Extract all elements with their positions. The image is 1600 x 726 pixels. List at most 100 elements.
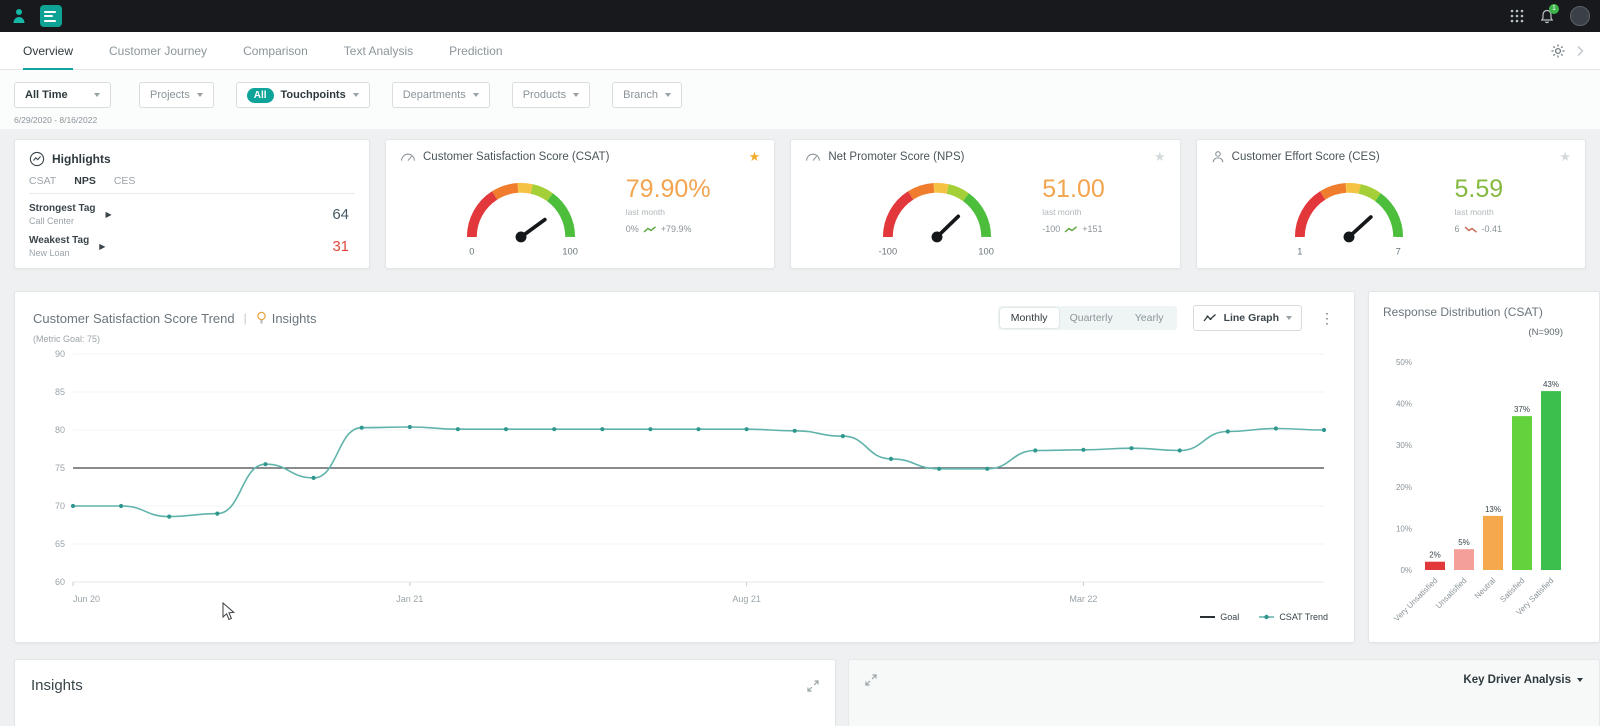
user-avatar[interactable] [1570, 6, 1590, 26]
csat-gauge: 0 100 [450, 167, 592, 261]
trend-up-icon [1064, 225, 1078, 234]
more-options-kebab-icon[interactable]: ⋮ [1318, 310, 1336, 327]
person-logo-icon[interactable] [10, 7, 28, 25]
tab-customer-journey[interactable]: Customer Journey [109, 32, 207, 70]
svg-text:90: 90 [55, 349, 65, 359]
highlights-tab-csat[interactable]: CSAT [29, 175, 56, 187]
filterbar: All Time Projects All Touchpoints Depart… [0, 70, 1600, 129]
svg-text:0: 0 [469, 246, 474, 256]
highlights-tab-ces[interactable]: CES [114, 175, 136, 187]
svg-text:5%: 5% [1458, 538, 1470, 547]
svg-text:Mar 22: Mar 22 [1069, 594, 1097, 604]
chevron-right-icon[interactable] [1576, 45, 1584, 57]
ces-person-icon [1211, 150, 1225, 164]
response-distribution-card: Response Distribution (CSAT) (N=909) 0%1… [1368, 291, 1600, 643]
settings-gear-icon[interactable] [1550, 43, 1566, 59]
touchpoints-filter[interactable]: All Touchpoints [236, 82, 370, 108]
tab-prediction[interactable]: Prediction [449, 32, 502, 70]
caret-down-icon [94, 93, 100, 97]
topbar: 1 [0, 0, 1600, 32]
favorite-star-icon[interactable]: ★ [749, 149, 761, 165]
strongest-tag-row[interactable]: Strongest Tag Call Center ▶ 64 [29, 203, 355, 226]
legend-goal[interactable]: Goal [1200, 612, 1239, 622]
svg-text:7: 7 [1396, 246, 1401, 256]
date-range-label: 6/29/2020 - 8/16/2022 [14, 115, 1586, 125]
legend-csat-trend[interactable]: CSAT Trend [1259, 612, 1328, 622]
ces-card: Customer Effort Score (CES) ★ 17 5.59 la… [1196, 139, 1586, 269]
strongest-tag-value: 64 [332, 206, 355, 223]
svg-text:Aug 21: Aug 21 [732, 594, 761, 604]
departments-filter[interactable]: Departments [392, 82, 490, 108]
highlights-tab-nps[interactable]: NPS [74, 175, 96, 187]
svg-text:30%: 30% [1396, 441, 1412, 450]
trend-line-chart: 60657075808590Jun 20Jan 21Aug 21Mar 22 [33, 344, 1336, 610]
time-range-select[interactable]: All Time [14, 82, 111, 108]
products-filter[interactable]: Products [512, 82, 590, 108]
svg-text:2%: 2% [1429, 551, 1441, 560]
svg-text:10%: 10% [1396, 524, 1412, 533]
period-quarterly[interactable]: Quarterly [1059, 308, 1124, 328]
list-app-icon[interactable] [40, 5, 62, 27]
svg-text:100: 100 [979, 246, 994, 256]
svg-text:75: 75 [55, 463, 65, 473]
tabbar: Overview Customer Journey Comparison Tex… [0, 32, 1600, 70]
expand-caret-icon[interactable]: ▶ [99, 242, 105, 251]
branch-filter[interactable]: Branch [612, 82, 682, 108]
expand-icon[interactable] [807, 680, 819, 692]
tab-comparison[interactable]: Comparison [243, 32, 308, 70]
nps-gauge: -100 100 [866, 167, 1008, 261]
ces-value: 5.59 [1454, 175, 1503, 204]
csat-trend-card: Customer Satisfaction Score Trend | Insi… [14, 291, 1355, 643]
svg-text:40%: 40% [1396, 400, 1412, 409]
insights-panel: Insights [14, 659, 836, 726]
caret-down-icon [1577, 678, 1583, 682]
period-yearly[interactable]: Yearly [1124, 308, 1175, 328]
response-distribution-title: Response Distribution (CSAT) [1383, 305, 1599, 319]
svg-text:50%: 50% [1396, 358, 1412, 367]
svg-text:Neutral: Neutral [1473, 576, 1498, 601]
svg-text:100: 100 [562, 246, 577, 256]
tab-text-analysis[interactable]: Text Analysis [344, 32, 413, 70]
expand-icon[interactable] [865, 674, 877, 686]
weakest-tag-row[interactable]: Weakest Tag New Loan ▶ 31 [29, 235, 355, 258]
notification-badge: 1 [1549, 4, 1559, 14]
key-driver-panel: Key Driver Analysis [848, 659, 1600, 726]
projects-filter[interactable]: Projects [139, 82, 214, 108]
period-segmented-control: Monthly Quarterly Yearly [998, 306, 1177, 330]
notifications-bell-icon[interactable]: 1 [1540, 9, 1554, 24]
svg-text:0%: 0% [1400, 566, 1412, 575]
svg-text:Very Unsatisfied: Very Unsatisfied [1392, 576, 1439, 623]
nps-gauge-icon [805, 151, 821, 163]
apps-grid-icon[interactable] [1510, 9, 1524, 23]
period-monthly[interactable]: Monthly [1000, 308, 1059, 328]
key-driver-analysis-dropdown[interactable]: Key Driver Analysis [1463, 674, 1583, 686]
svg-text:37%: 37% [1514, 405, 1530, 414]
favorite-star-icon[interactable]: ★ [1559, 149, 1571, 165]
insights-panel-title: Insights [31, 677, 83, 694]
csat-gauge-icon [400, 151, 416, 163]
weakest-tag-value: 31 [332, 238, 355, 255]
main-content: Highlights CSAT NPS CES Strongest Tag Ca… [0, 129, 1600, 726]
caret-down-icon [665, 93, 671, 97]
expand-caret-icon[interactable]: ▶ [105, 210, 111, 219]
insights-toggle[interactable]: Insights [256, 311, 317, 326]
trend-down-icon [1464, 225, 1478, 234]
line-chart-icon [1203, 313, 1217, 323]
ces-gauge: 17 [1278, 167, 1420, 261]
metric-goal-label: (Metric Goal: 75) [33, 334, 1336, 344]
tab-overview[interactable]: Overview [23, 32, 73, 70]
caret-down-icon [353, 93, 359, 97]
csat-card: Customer Satisfaction Score (CSAT) ★ 010… [385, 139, 775, 269]
favorite-star-icon[interactable]: ★ [1154, 149, 1166, 165]
chart-type-dropdown[interactable]: Line Graph [1193, 305, 1302, 331]
svg-text:65: 65 [55, 539, 65, 549]
caret-down-icon [197, 93, 203, 97]
svg-text:Satisfied: Satisfied [1498, 576, 1526, 604]
svg-text:80: 80 [55, 425, 65, 435]
caret-down-icon [573, 93, 579, 97]
svg-text:-100: -100 [879, 246, 898, 256]
trend-title: Customer Satisfaction Score Trend [33, 311, 235, 326]
nps-title: Net Promoter Score (NPS) [828, 151, 964, 163]
trend-circle-icon [29, 151, 45, 167]
svg-text:20%: 20% [1396, 483, 1412, 492]
